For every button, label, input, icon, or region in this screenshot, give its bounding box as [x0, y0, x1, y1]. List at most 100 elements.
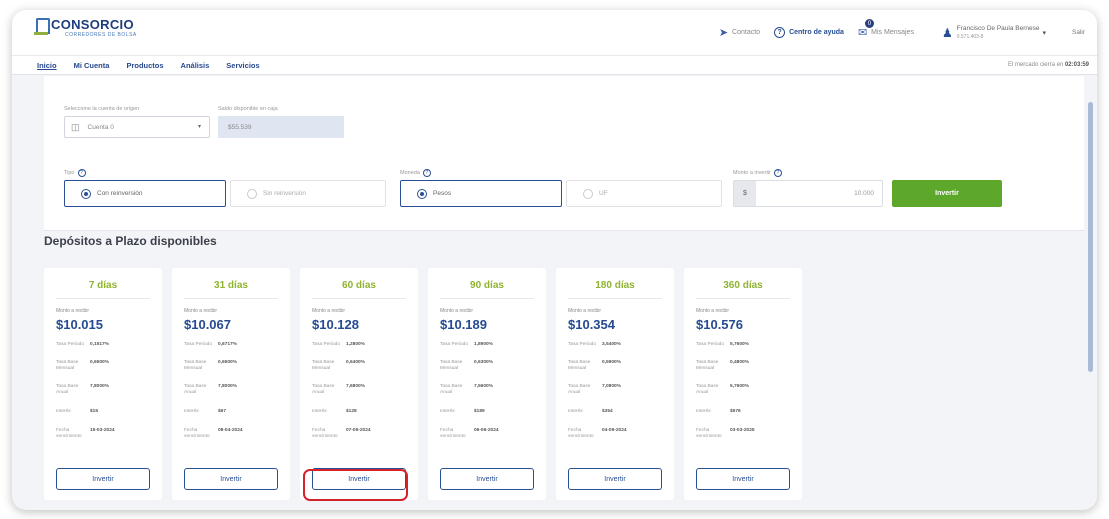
row-label: Interés: [568, 409, 583, 414]
radio-sin-reinversion[interactable]: Sin reinversión: [230, 180, 386, 207]
wallet-icon: ◫: [71, 121, 80, 132]
row-value: 0,6300%: [474, 360, 493, 365]
row-label: Tasa Periodo: [440, 342, 468, 347]
top-header: CONSORCIO CORREDORES DE BOLSA ➤ Contacto…: [12, 10, 1097, 55]
row-value: 3,5400%: [602, 342, 621, 347]
row-value: 0,4800%: [730, 360, 749, 365]
contact-link[interactable]: ➤ Contacto: [719, 26, 760, 39]
card-row-tasa-mensual: Tasa Base Mensual 0,6500%: [56, 360, 152, 372]
radio-uf[interactable]: UF: [566, 180, 722, 207]
app-window: CONSORCIO CORREDORES DE BOLSA ➤ Contacto…: [12, 10, 1097, 510]
consorcio-logo[interactable]: CONSORCIO CORREDORES DE BOLSA: [34, 18, 137, 38]
amount-receive-label: Monto a recibir: [568, 308, 602, 314]
row-label: Tasa Base Anual: [184, 384, 207, 395]
amount-receive-value: $10.128: [312, 317, 359, 332]
investment-form: Seleccione la cuenta de origen ◫ Cuenta …: [44, 76, 1084, 231]
row-value: 7,0800%: [602, 384, 621, 389]
account-label: Seleccione la cuenta de origen: [64, 106, 140, 112]
help-center-link[interactable]: ? Centro de ayuda: [774, 27, 844, 38]
card-invest-button[interactable]: Invertir: [568, 468, 662, 490]
messages-link[interactable]: ✉ 0 Mis Mensajes: [858, 19, 914, 39]
card-divider: [312, 298, 406, 299]
row-label: Interés: [440, 409, 455, 414]
logout-link[interactable]: Salir: [1072, 29, 1085, 36]
account-select[interactable]: ◫ Cuenta 0 ▾: [64, 116, 210, 138]
row-value: 5,7600%: [730, 384, 749, 389]
card-row-interes: Interés $576: [696, 409, 792, 415]
help-icon[interactable]: ?: [77, 169, 86, 177]
row-value: 03-03-2025: [730, 428, 755, 433]
row-value: 15-03-2024: [90, 428, 115, 433]
card-invest-button[interactable]: Invertir: [56, 468, 150, 490]
row-label: Tasa Base Mensual: [312, 360, 335, 371]
card-row-interes: Interés $354: [568, 409, 664, 415]
logo-subtitle: CORREDORES DE BOLSA: [65, 32, 137, 38]
card-divider: [56, 298, 150, 299]
chevron-down-icon: ▾: [1042, 29, 1046, 37]
amount-receive-label: Monto a recibir: [312, 308, 346, 314]
balance-field: $55.539: [218, 116, 344, 138]
row-label: Tasa Periodo: [568, 342, 596, 347]
logo-mark-icon: [34, 18, 50, 36]
amount-receive-label: Monto a recibir: [56, 308, 90, 314]
main-nav: Inicio Mi Cuenta Productos Análisis Serv…: [12, 55, 1097, 75]
balance-value: $55.539: [228, 123, 252, 131]
amount-label: Monto a invertir ?: [733, 169, 782, 177]
logo-name: CONSORCIO: [51, 17, 134, 32]
card-invest-button[interactable]: Invertir: [312, 468, 406, 490]
row-value: 08-04-2024: [218, 428, 243, 433]
help-icon[interactable]: ?: [422, 169, 431, 177]
amount-receive-value: $10.189: [440, 317, 487, 332]
row-value: $189: [474, 409, 485, 414]
deposit-card: 31 días Monto a recibir $10.067 Tasa Period…: [172, 268, 290, 500]
card-row-interes: Interés $128: [312, 409, 408, 415]
currency-label-text: Moneda: [400, 170, 420, 176]
radio-label: Con reinversión: [97, 190, 143, 197]
card-row-fecha: Fecha vencimiento 06-06-2024: [440, 428, 536, 440]
row-value: 0,6400%: [346, 360, 365, 365]
radio-pesos[interactable]: Pesos: [400, 180, 562, 207]
row-value: 0,6717%: [218, 342, 237, 347]
market-close-note: El mercado cierra en 02:03:59: [1008, 62, 1089, 68]
row-label: Fecha vencimiento: [184, 428, 210, 439]
card-row-fecha: Fecha vencimiento 03-03-2025: [696, 428, 792, 440]
deposit-cards: 7 días Monto a recibir $10.015 Tasa Periodo…: [44, 268, 812, 500]
nav-analisis[interactable]: Análisis: [181, 61, 210, 70]
radio-dot-icon: [583, 188, 593, 199]
invest-button[interactable]: Invertir: [892, 180, 1002, 207]
amount-input[interactable]: $ 10.000: [733, 180, 883, 207]
nav-productos[interactable]: Productos: [126, 61, 163, 70]
nav-mi-cuenta[interactable]: Mi Cuenta: [74, 61, 110, 70]
card-row-tasa-periodo: Tasa Periodo 0,6717%: [184, 342, 280, 348]
row-label: Interés: [696, 409, 711, 414]
radio-con-reinversion[interactable]: Con reinversión: [64, 180, 226, 207]
card-row-tasa-periodo: Tasa Periodo 1,8900%: [440, 342, 536, 348]
help-icon[interactable]: ?: [773, 169, 782, 177]
radio-dot-icon: [81, 188, 91, 199]
balance-label: Saldo disponible en caja: [218, 106, 278, 112]
row-label: Interés: [56, 409, 71, 414]
nav-servicios[interactable]: Servicios: [226, 61, 259, 70]
card-term: 31 días: [214, 280, 248, 291]
card-row-tasa-anual: Tasa Base Anual 7,5600%: [440, 384, 536, 396]
card-invest-button[interactable]: Invertir: [696, 468, 790, 490]
amount-receive-value: $10.576: [696, 317, 743, 332]
card-term: 360 días: [723, 280, 763, 291]
row-label: Tasa Base Anual: [56, 384, 79, 395]
scrollbar[interactable]: [1088, 102, 1093, 372]
user-name: Francisco De Paula Bernese: [956, 24, 1040, 32]
deposit-card: 90 días Monto a recibir $10.189 Tasa Period…: [428, 268, 546, 500]
row-label: Tasa Periodo: [312, 342, 340, 347]
card-divider: [184, 298, 278, 299]
user-menu[interactable]: ♟ Francisco De Paula Bernese 9.571.403-8…: [942, 25, 1046, 41]
row-label: Interés: [312, 409, 327, 414]
row-value: $15: [90, 409, 99, 414]
deposit-card: 360 días Monto a recibir $10.576 Tasa Perio…: [684, 268, 802, 500]
card-row-fecha: Fecha vencimiento 15-03-2024: [56, 428, 152, 440]
card-invest-button[interactable]: Invertir: [184, 468, 278, 490]
card-invest-button[interactable]: Invertir: [440, 468, 534, 490]
row-value: 1,8900%: [474, 342, 493, 347]
row-value: 7,5600%: [474, 384, 493, 389]
row-value: 7,8000%: [90, 384, 109, 389]
nav-inicio[interactable]: Inicio: [37, 61, 57, 70]
